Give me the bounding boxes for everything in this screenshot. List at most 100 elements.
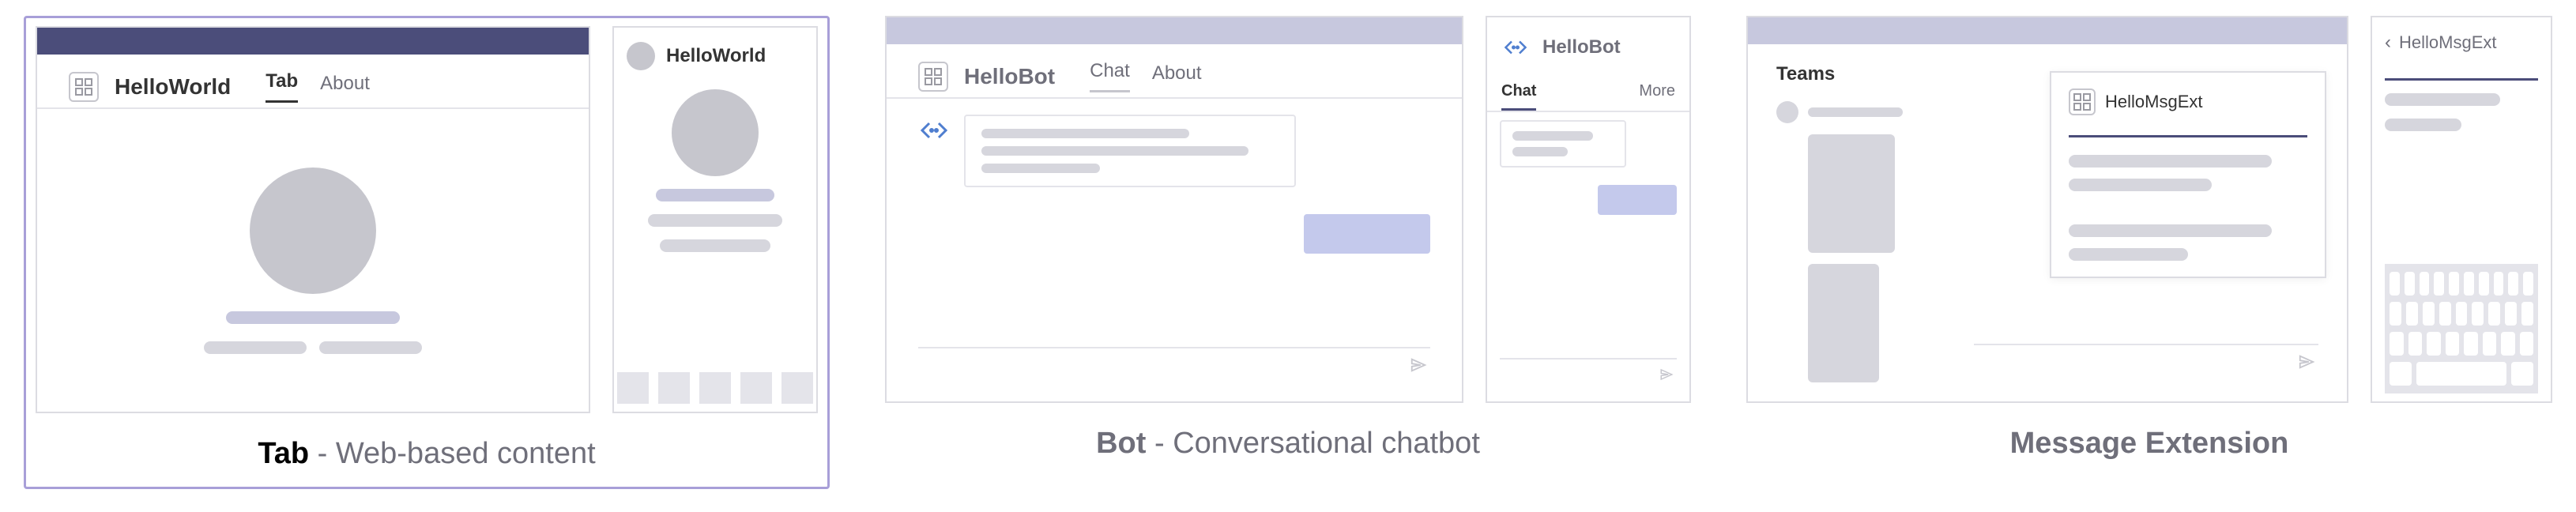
tab-item-tab[interactable]: Tab: [266, 70, 298, 103]
section-bot: HelloBot Chat About: [885, 16, 1691, 461]
me-main: HelloMsgExt: [1974, 63, 2318, 382]
window-titlebar: [37, 28, 589, 55]
send-icon[interactable]: [1659, 367, 1674, 386]
tabbar: Chat About: [1090, 60, 1201, 92]
message-input[interactable]: [1500, 358, 1677, 393]
avatar-icon: [1776, 101, 1798, 123]
app-icon: [69, 72, 99, 102]
me-body: Teams: [1748, 44, 2347, 401]
result-line[interactable]: [2069, 224, 2272, 237]
caption-bold: Message Extension: [2010, 427, 2289, 460]
sidebar-entry[interactable]: [1776, 101, 1950, 123]
tabbar: Tab About: [266, 70, 370, 103]
result-line[interactable]: [2385, 119, 2461, 131]
tab-mobile-window: HelloWorld: [612, 26, 818, 413]
nav-tile[interactable]: [617, 372, 649, 404]
tab-item-about[interactable]: About: [1152, 62, 1202, 92]
result-line[interactable]: [2069, 179, 2212, 191]
mobile-body: [1487, 112, 1689, 401]
text-line: [981, 146, 1248, 156]
caption-bold: Tab: [258, 437, 309, 470]
result-line[interactable]: [2385, 93, 2500, 106]
text-line: [1808, 107, 1903, 117]
mobile-header: HelloBot: [1487, 17, 1689, 74]
mobile-header: HelloWorld: [614, 28, 816, 81]
result-line[interactable]: [2069, 155, 2272, 168]
search-input[interactable]: [2385, 73, 2538, 81]
mobile-header: ‹ HelloMsgExt: [2372, 17, 2551, 65]
caption-me: Message Extension: [1746, 427, 2552, 461]
window-titlebar: [1748, 17, 2347, 44]
app-header: HelloWorld Tab About: [37, 55, 589, 109]
grey-bar: [660, 239, 770, 252]
mobile-tab-chat[interactable]: Chat: [1501, 74, 1536, 111]
text-line: [1512, 147, 1568, 156]
message-bubble: [964, 115, 1296, 187]
section-tab: HelloWorld Tab About: [24, 16, 830, 489]
mobile-tab-more[interactable]: More: [1639, 74, 1675, 111]
result-line[interactable]: [2069, 248, 2188, 261]
bot-mobile-window: HelloBot Chat More: [1486, 16, 1691, 403]
grey-bar: [648, 214, 782, 227]
nav-tile[interactable]: [658, 372, 690, 404]
section-message-extension: Teams: [1746, 16, 2552, 461]
send-icon[interactable]: [2298, 353, 2315, 375]
bot-body: [887, 99, 1462, 401]
window-titlebar: [887, 17, 1462, 44]
bot-avatar-icon: [918, 115, 950, 146]
mobile-tabbar: Chat More: [1487, 74, 1689, 112]
mobile-title: HelloWorld: [666, 45, 766, 67]
bot-message: [918, 115, 1430, 187]
nav-tile[interactable]: [781, 372, 813, 404]
text-line: [1808, 134, 1895, 253]
me-desktop-window: Teams: [1746, 16, 2348, 403]
avatar-placeholder: [250, 168, 376, 294]
mobile-body: [2372, 65, 2551, 401]
app-title: HelloBot: [964, 64, 1055, 89]
caption-rest: - Conversational chatbot: [1146, 427, 1479, 460]
tab-item-about[interactable]: About: [320, 73, 370, 103]
message-input[interactable]: [1974, 344, 2318, 382]
caption-tab: Tab - Web-based content: [36, 437, 818, 471]
caption-rest: - Web-based content: [309, 437, 596, 470]
text-line: [1808, 264, 1879, 382]
app-header: HelloBot Chat About: [887, 44, 1462, 99]
caption-bot: Bot - Conversational chatbot: [885, 427, 1691, 461]
app-icon: [918, 62, 948, 92]
back-icon[interactable]: ‹: [2385, 32, 2391, 54]
keyboard[interactable]: [2385, 264, 2538, 393]
user-reply-bubble: [1598, 185, 1677, 215]
sidebar: Teams: [1776, 63, 1950, 382]
tab-body: [37, 109, 589, 412]
send-icon[interactable]: [1410, 356, 1427, 378]
caption-bold: Bot: [1096, 427, 1146, 460]
card-header: HelloMsgExt: [2069, 88, 2307, 115]
mobile-body: [614, 81, 816, 412]
bot-desktop-window: HelloBot Chat About: [885, 16, 1463, 403]
grey-bar: [319, 341, 422, 354]
message-bubble: [1500, 120, 1626, 168]
tab-item-chat[interactable]: Chat: [1090, 60, 1130, 92]
sidebar-title: Teams: [1776, 63, 1950, 85]
nav-tile[interactable]: [740, 372, 772, 404]
text-line: [1512, 131, 1593, 141]
me-mobile-window: ‹ HelloMsgExt: [2371, 16, 2552, 403]
tab-desktop-window: HelloWorld Tab About: [36, 26, 590, 413]
text-line: [981, 129, 1189, 138]
mobile-title: HelloBot: [1542, 36, 1621, 58]
accent-bar: [656, 189, 774, 201]
tile-row: [617, 372, 813, 404]
message-input[interactable]: [918, 347, 1430, 386]
highlight-box: HelloWorld Tab About: [24, 16, 830, 489]
user-reply-bubble: [1304, 214, 1430, 254]
app-title: HelloWorld: [115, 74, 231, 100]
mobile-title: HelloMsgExt: [2399, 32, 2496, 53]
app-icon: [2069, 88, 2096, 115]
search-input[interactable]: [2069, 130, 2307, 137]
extension-card: HelloMsgExt: [2050, 71, 2326, 278]
avatar-placeholder: [672, 89, 759, 176]
text-line: [981, 164, 1100, 173]
nav-tile[interactable]: [699, 372, 731, 404]
avatar-icon: [627, 42, 655, 70]
grey-bar: [204, 341, 307, 354]
